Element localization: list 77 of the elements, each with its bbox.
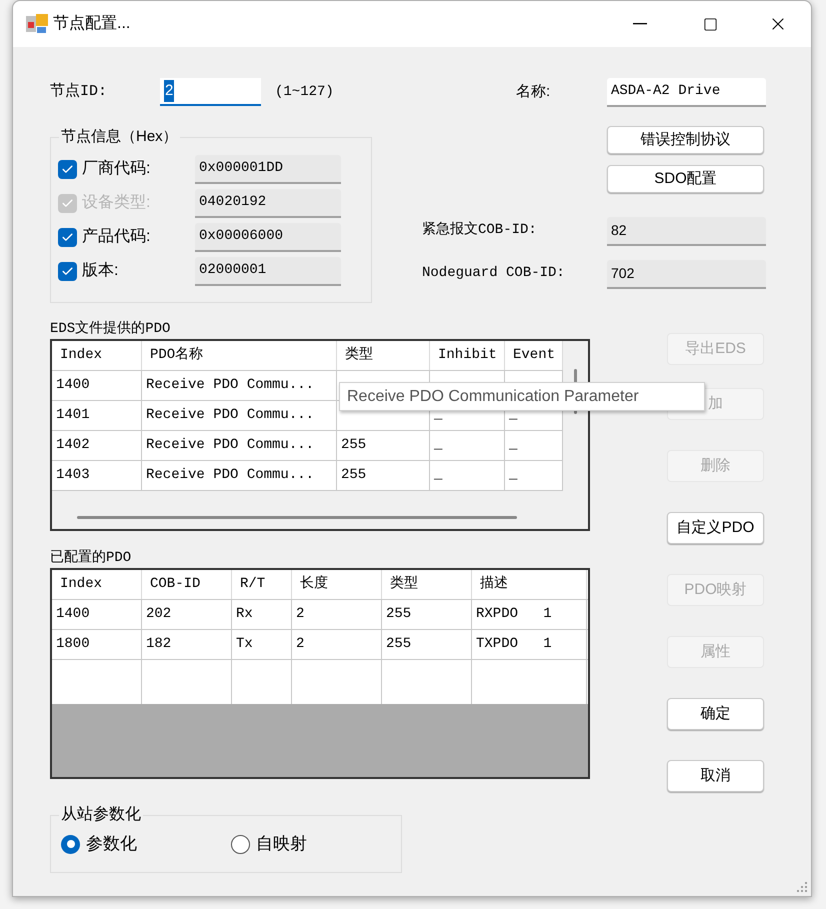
check-icon <box>61 230 74 244</box>
column-header[interactable]: PDO名称 <box>142 341 337 370</box>
node-id-field[interactable]: 2 <box>160 78 261 106</box>
check-icon <box>61 264 74 278</box>
table-cell-text: 182 <box>146 635 172 654</box>
table-cell-text: 1400 <box>56 605 90 624</box>
minimize-icon <box>633 23 647 25</box>
section-label: EDS文件提供的PDO <box>50 319 170 339</box>
table-cell-text: _ <box>434 436 442 455</box>
table-cell-text: _ <box>434 466 442 485</box>
column-header[interactable]: Index <box>52 341 142 370</box>
column-header[interactable]: R/T <box>232 570 292 599</box>
table-cell-text: _ <box>509 466 518 485</box>
table-cell-text: 255 <box>341 466 366 485</box>
readonly-field[interactable]: 0x00006000 <box>195 222 341 252</box>
column-header[interactable]: Inhibit <box>430 341 505 370</box>
range-hint: (1~127) <box>275 82 334 102</box>
table-cell-text: 255 <box>386 605 412 624</box>
group-title: 节点信息（Hex） <box>59 127 180 147</box>
check-icon <box>61 162 74 176</box>
field-label: 节点ID: <box>50 82 108 102</box>
section-label: 已配置的PDO <box>50 548 132 568</box>
name-field[interactable]: ASDA-A2 Drive <box>607 78 766 106</box>
field-label: Nodeguard COB-ID: <box>422 264 566 283</box>
column-header[interactable]: 描述 <box>472 570 587 599</box>
table-cell-text: Receive PDO Commu... <box>146 406 314 425</box>
table-cell-text: 1403 <box>56 466 90 485</box>
table-cell-text: 255 <box>341 436 366 455</box>
readonly-field[interactable]: 02000001 <box>195 256 341 286</box>
table-cell-text: RXPDO 1 <box>476 605 552 624</box>
table-cell-text: Receive PDO Commu... <box>146 466 314 485</box>
resize-grip-icon[interactable] <box>796 881 808 893</box>
table-cell-text: 1401 <box>56 406 90 425</box>
maximize-icon <box>702 16 718 32</box>
dialog-button[interactable]: 确定 <box>667 698 764 730</box>
table-cell-text: 2 <box>296 635 304 654</box>
app-icon <box>26 14 48 34</box>
column-header[interactable]: COB-ID <box>142 570 232 599</box>
checkbox-label: 版本: <box>82 260 120 281</box>
window-title: 节点配置... <box>53 14 130 34</box>
readonly-field[interactable]: 0x000001DD <box>195 154 341 184</box>
column-header[interactable]: 类型 <box>337 341 430 370</box>
dialog-button[interactable]: 取消 <box>667 760 764 792</box>
table-cell-text: TXPDO 1 <box>476 635 552 654</box>
radio-button[interactable] <box>231 834 250 854</box>
tooltip: Receive PDO Communication Parameter <box>339 382 705 411</box>
dialog-button[interactable]: 自定义PDO <box>667 512 764 544</box>
dialog-button[interactable]: 错误控制协议 <box>607 126 764 154</box>
checkbox[interactable] <box>58 228 77 246</box>
table-cell-text: 202 <box>146 605 172 624</box>
table-cell-text: _ <box>509 436 518 455</box>
table-cell-text: 2 <box>296 605 304 624</box>
table-cell-text: 255 <box>386 635 412 654</box>
column-header[interactable]: Index <box>52 570 142 599</box>
radio-button[interactable] <box>61 834 80 854</box>
readonly-field[interactable]: 702 <box>607 260 766 289</box>
checkbox-label: 产品代码: <box>82 226 152 247</box>
checkbox[interactable] <box>58 262 77 280</box>
check-icon <box>61 196 74 210</box>
column-header[interactable]: 长度 <box>292 570 382 599</box>
table-cell-text: 1800 <box>56 635 90 654</box>
dialog-button[interactable]: SDO配置 <box>607 165 764 193</box>
field-label: 紧急报文COB-ID: <box>422 220 538 240</box>
table-cell-text: Rx <box>236 605 253 624</box>
radio-option[interactable]: 参数化 <box>61 831 231 857</box>
table-cell-text: 1400 <box>56 376 90 395</box>
table-cell-text: 1402 <box>56 436 90 455</box>
checkbox-label: 设备类型: <box>82 192 152 213</box>
checkbox[interactable] <box>58 160 77 178</box>
table-cell-text: Tx <box>236 635 253 654</box>
readonly-field[interactable]: 82 <box>607 217 766 246</box>
column-header[interactable]: 类型 <box>382 570 472 599</box>
radio-option[interactable]: 自映射 <box>231 831 307 857</box>
table-cell-text: Receive PDO Commu... <box>146 376 314 395</box>
field-label: 名称: <box>516 82 552 102</box>
checkbox-label: 厂商代码: <box>82 158 152 179</box>
table-cell-text: Receive PDO Commu... <box>146 436 314 455</box>
